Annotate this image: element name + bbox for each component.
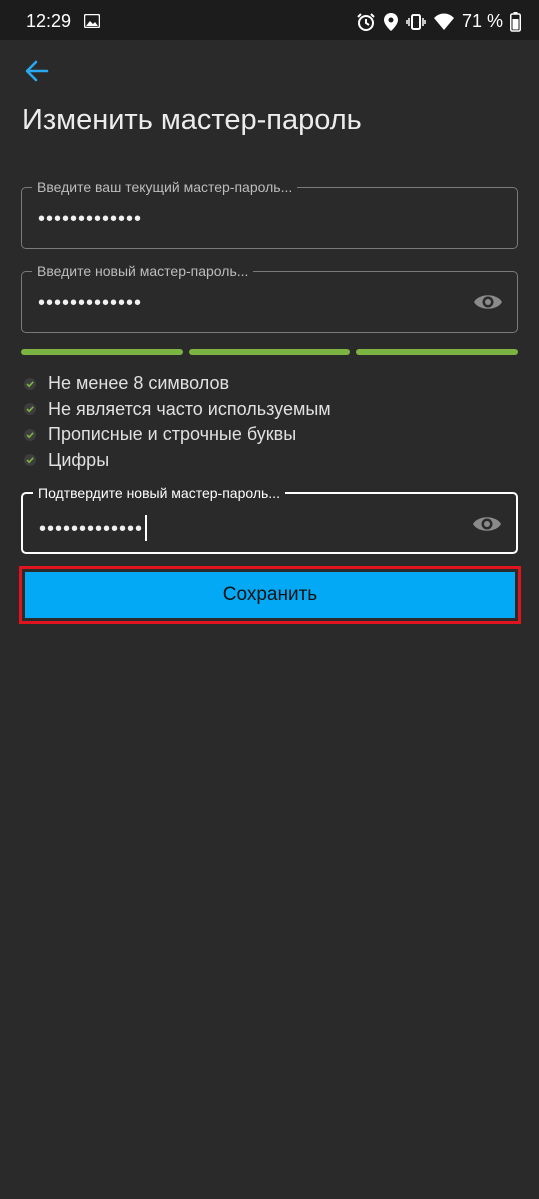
new-password-field[interactable]: Введите новый мастер-пароль... •••••••••…: [21, 263, 518, 333]
text-cursor: [145, 515, 148, 541]
confirm-password-label: Подтвердите новый мастер-пароль...: [33, 485, 285, 501]
strength-segment: [356, 349, 519, 355]
battery-percent: 71 %: [461, 11, 503, 31]
requirement-item: Цифры: [24, 448, 331, 474]
arrow-left-icon[interactable]: [22, 56, 52, 86]
eye-icon[interactable]: [472, 511, 502, 537]
strength-segment: [188, 349, 351, 355]
requirement-item: Не менее 8 символов: [24, 371, 331, 397]
requirement-label: Не менее 8 символов: [48, 373, 230, 394]
current-password-label: Введите ваш текущий мастер-пароль...: [32, 179, 298, 195]
requirement-item: Прописные и строчные буквы: [24, 422, 331, 448]
requirement-label: Цифры: [48, 449, 110, 470]
location-icon: [383, 12, 398, 31]
check-icon: [24, 428, 36, 441]
alarm-icon: [357, 12, 375, 31]
eye-icon[interactable]: [473, 289, 503, 315]
check-icon: [24, 454, 36, 467]
current-password-field[interactable]: Введите ваш текущий мастер-пароль... •••…: [21, 179, 518, 249]
new-password-label: Введите новый мастер-пароль...: [32, 263, 254, 279]
new-password-value[interactable]: •••••••••••••: [38, 293, 142, 313]
battery-icon: [510, 11, 521, 32]
requirements-list: Не менее 8 символов Не является часто ис…: [24, 371, 331, 473]
strength-segment: [21, 349, 183, 355]
password-strength-meter: [21, 349, 519, 355]
requirement-item: Не является часто используемым: [24, 397, 331, 423]
vibrate-icon: [406, 13, 426, 30]
wifi-icon: [433, 13, 454, 30]
confirm-password-field[interactable]: Подтвердите новый мастер-пароль... •••••…: [21, 485, 518, 554]
save-button-highlight: Сохранить: [19, 566, 521, 624]
status-bar: 12:29 71 %: [0, 0, 539, 40]
gallery-icon: [84, 14, 100, 28]
save-button[interactable]: Сохранить: [25, 572, 515, 618]
requirement-label: Прописные и строчные буквы: [48, 424, 297, 445]
page-title: Изменить мастер-пароль: [22, 104, 362, 136]
status-time: 12:29: [26, 11, 72, 31]
requirement-label: Не является часто используемым: [48, 398, 331, 419]
check-icon: [24, 403, 36, 416]
confirm-password-text: •••••••••••••: [39, 518, 144, 540]
status-icons: 71 %: [356, 11, 521, 32]
confirm-password-value[interactable]: •••••••••••••: [39, 515, 148, 541]
check-icon: [24, 377, 36, 390]
current-password-value[interactable]: •••••••••••••: [38, 209, 142, 229]
